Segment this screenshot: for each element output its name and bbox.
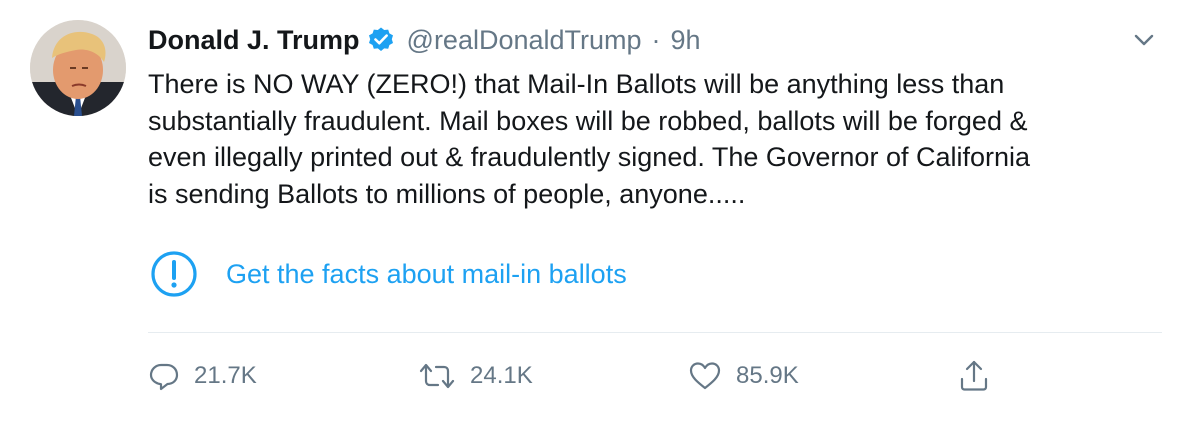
user-handle[interactable]: @realDonaldTrump bbox=[407, 25, 642, 56]
divider bbox=[148, 332, 1162, 333]
avatar[interactable] bbox=[30, 20, 126, 116]
retweet-button[interactable]: 24.1K bbox=[418, 356, 533, 396]
reply-count: 21.7K bbox=[194, 362, 257, 389]
get-the-facts-label: Get the facts about mail-in ballots bbox=[226, 258, 627, 289]
tweet-card: Donald J. Trump @realDonaldTrump · 9h Th… bbox=[0, 0, 1200, 433]
share-icon bbox=[958, 359, 990, 393]
tweet-text: There is NO WAY (ZERO!) that Mail-In Bal… bbox=[148, 69, 1031, 209]
retweet-icon bbox=[418, 360, 456, 392]
header-separator: · bbox=[651, 24, 661, 55]
chevron-down-icon[interactable] bbox=[1130, 26, 1158, 54]
profile-photo bbox=[30, 20, 126, 116]
heart-icon bbox=[688, 360, 722, 392]
reply-icon bbox=[148, 360, 180, 392]
tweet-timestamp[interactable]: 9h bbox=[671, 25, 701, 56]
retweet-count: 24.1K bbox=[470, 362, 533, 389]
like-count: 85.9K bbox=[736, 362, 799, 389]
display-name[interactable]: Donald J. Trump bbox=[148, 25, 360, 56]
verified-badge-icon bbox=[367, 26, 395, 54]
exclamation-circle-icon bbox=[150, 250, 198, 298]
share-button[interactable] bbox=[958, 356, 990, 396]
reply-button[interactable]: 21.7K bbox=[148, 356, 257, 396]
tweet-header: Donald J. Trump @realDonaldTrump · 9h bbox=[148, 18, 701, 62]
like-button[interactable]: 85.9K bbox=[688, 356, 799, 396]
get-the-facts-link[interactable]: Get the facts about mail-in ballots bbox=[150, 250, 627, 298]
